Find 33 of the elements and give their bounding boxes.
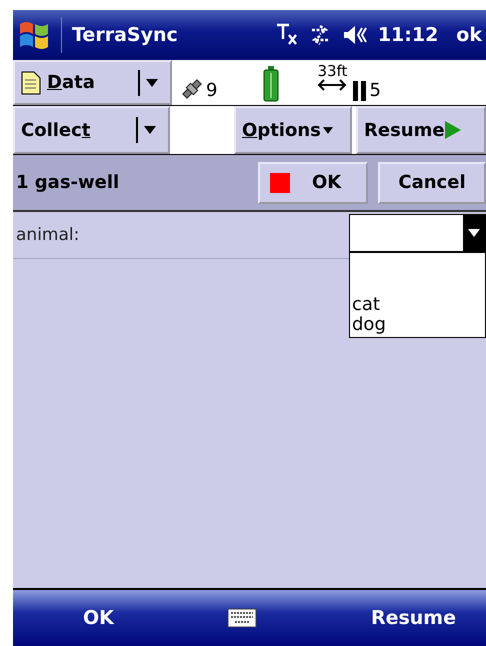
- dropdown-field[interactable]: [349, 214, 486, 252]
- clock-time[interactable]: 11:12: [378, 24, 438, 46]
- feature-name: 1 gas-well: [16, 172, 120, 193]
- ok-softkey[interactable]: OK: [83, 607, 114, 629]
- speaker-icon[interactable]: [342, 24, 368, 46]
- collect-menu-button[interactable]: Collect: [13, 106, 170, 154]
- resume-softkey[interactable]: Resume: [370, 607, 456, 629]
- signal-off-icon: [276, 23, 298, 47]
- caret-icon: [468, 229, 480, 237]
- satellite-count: 9: [206, 80, 218, 101]
- list-option[interactable]: dog: [352, 315, 485, 335]
- resume-button[interactable]: Resume: [356, 106, 486, 154]
- keyboard-icon[interactable]: [227, 608, 258, 628]
- pdop-value: 5: [369, 80, 381, 101]
- cancel-button[interactable]: Cancel: [378, 162, 486, 204]
- accuracy-value: 33ft: [317, 64, 348, 79]
- play-icon: [444, 121, 461, 139]
- caret-icon: [144, 126, 156, 134]
- document-icon: [21, 70, 41, 94]
- field-label: animal:: [16, 225, 80, 245]
- caret-icon: [322, 126, 333, 134]
- pause-bars-icon: [353, 81, 368, 101]
- options-menu-button[interactable]: Options: [234, 106, 352, 154]
- app-title: TerraSync: [72, 24, 178, 46]
- data-menu-button[interactable]: Data: [13, 60, 172, 105]
- battery-icon: [263, 66, 280, 102]
- double-arrow-icon: [317, 79, 348, 91]
- stop-icon: [270, 172, 290, 192]
- caret-icon: [146, 78, 158, 86]
- satellite-icon: [180, 77, 204, 101]
- ok-button[interactable]: OK: [258, 162, 368, 204]
- list-option[interactable]: cat: [352, 295, 485, 316]
- ok-button[interactable]: ok: [456, 24, 482, 46]
